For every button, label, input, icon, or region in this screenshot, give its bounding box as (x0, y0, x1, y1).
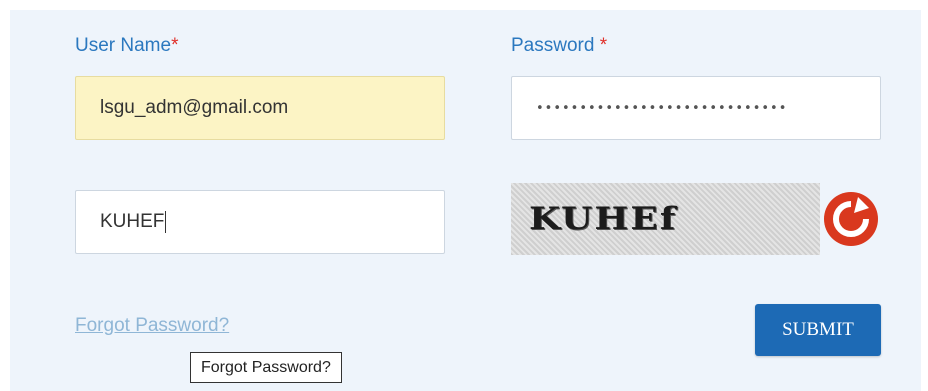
username-label-text: User Name (75, 35, 172, 56)
captcha-input-value: KUHEF (100, 211, 165, 232)
username-label: User Name* (75, 35, 178, 57)
tooltip: Forgot Password? (190, 352, 342, 383)
forgot-password-link[interactable]: Forgot Password? (75, 315, 229, 337)
password-label: Password * (511, 35, 607, 57)
required-marker: * (599, 35, 608, 56)
password-label-text: Password (511, 35, 600, 56)
captcha-image: KUHEf (511, 183, 820, 255)
captcha-image-text: KUHEf (529, 201, 678, 237)
tooltip-text: Forgot Password? (201, 358, 331, 376)
username-value: lsgu_adm@gmail.com (100, 97, 289, 118)
text-cursor (165, 211, 167, 233)
submit-button[interactable]: SUBMIT (755, 304, 881, 356)
refresh-icon[interactable] (823, 191, 879, 247)
password-masked-value: ••••••••••••••••••••••••••••• (536, 100, 788, 116)
required-marker: * (171, 35, 179, 56)
password-input[interactable]: ••••••••••••••••••••••••••••• (511, 76, 881, 140)
captcha-input[interactable]: KUHEF (75, 190, 445, 254)
username-input[interactable]: lsgu_adm@gmail.com (75, 76, 445, 140)
